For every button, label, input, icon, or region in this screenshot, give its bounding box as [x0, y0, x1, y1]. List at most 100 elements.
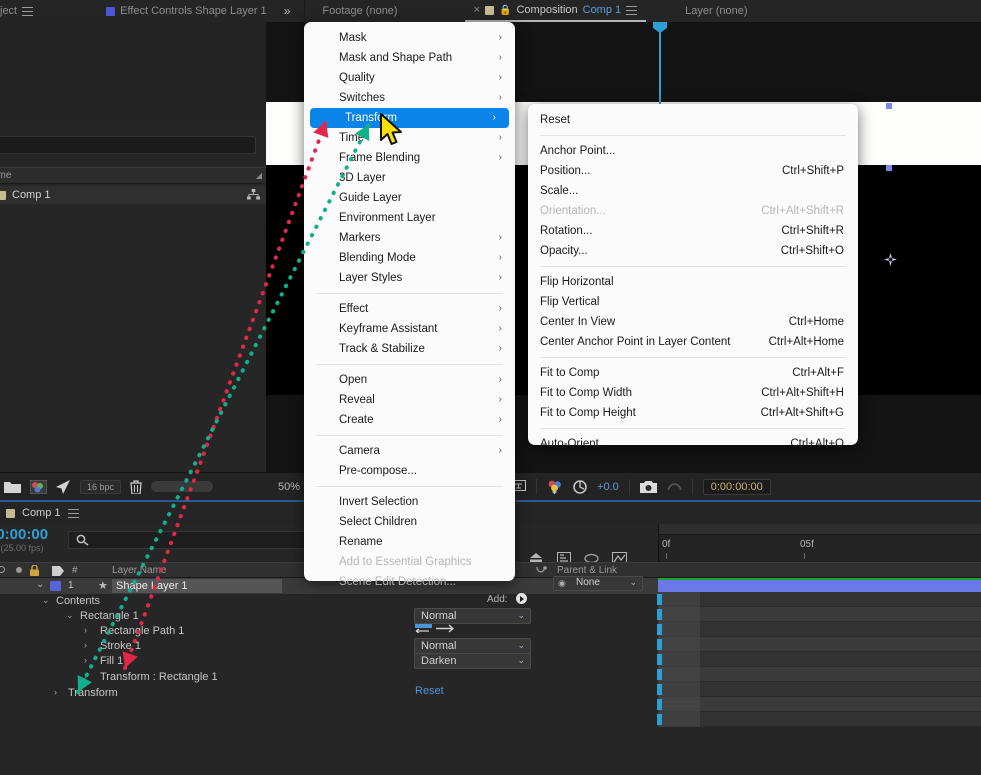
transform-reset-link[interactable]: Reset: [415, 685, 444, 697]
tab-footage[interactable]: Footage (none): [313, 0, 406, 22]
timeline-current-time[interactable]: 00:00:00: [0, 526, 48, 543]
bit-depth-label[interactable]: 16 bpc: [80, 479, 122, 494]
menu-item-environment-layer[interactable]: Environment Layer: [304, 208, 515, 228]
property-row[interactable]: › Rectangle Path 1: [0, 625, 658, 640]
menu-item-markers[interactable]: Markers ›: [304, 228, 515, 248]
parent-link-dropdown[interactable]: ◉ None ⌄: [553, 576, 643, 591]
submenu-item-center-anchor-point-in-layer-content[interactable]: Center Anchor Point in Layer Content Ctrl…: [528, 332, 858, 352]
exposure-value-label[interactable]: +0.0: [597, 481, 619, 493]
take-snapshot-icon[interactable]: [639, 480, 657, 493]
track-row[interactable]: [658, 697, 981, 712]
submenu-item-fit-to-comp[interactable]: Fit to Comp Ctrl+Alt+F: [528, 363, 858, 383]
sort-arrow-icon[interactable]: ◢: [256, 171, 262, 180]
project-item-comp1[interactable]: Comp 1: [0, 186, 266, 204]
tab-composition[interactable]: × 🔒 Composition Comp 1: [464, 0, 647, 22]
blend-mode-dropdown[interactable]: Normal ⌄: [414, 608, 531, 624]
keyframe-nav-marker[interactable]: [657, 684, 662, 695]
twirl-arrow-icon[interactable]: ›: [84, 671, 87, 681]
stroke-order-icon[interactable]: [436, 624, 454, 633]
submenu-item-auto-orient[interactable]: Auto-Orient... Ctrl+Alt+O: [528, 434, 858, 454]
index-column-icon[interactable]: #: [72, 565, 78, 576]
menu-item-track-stabilize[interactable]: Track & Stabilize ›: [304, 339, 515, 359]
property-row[interactable]: › Stroke 1: [0, 640, 658, 655]
timeline-tab-label[interactable]: Comp 1: [22, 507, 61, 519]
keyframe-nav-marker[interactable]: [657, 609, 662, 620]
channels-icon[interactable]: [547, 480, 563, 494]
submenu-item-flip-horizontal[interactable]: Flip Horizontal: [528, 272, 858, 292]
menu-item-select-children[interactable]: Select Children: [304, 512, 515, 532]
pickwhip-icon[interactable]: ◉: [558, 578, 566, 589]
comp-panel-menu-icon[interactable]: [626, 5, 638, 15]
timeline-search-input[interactable]: [68, 531, 313, 549]
menu-item-mask[interactable]: Mask ›: [304, 28, 515, 48]
layer-context-menu[interactable]: Mask › Mask and Shape Path › Quality › Switche…: [304, 22, 515, 588]
keyframe-nav-marker[interactable]: [657, 654, 662, 665]
submenu-item-rotation[interactable]: Rotation... Ctrl+Shift+R: [528, 221, 858, 241]
label-column-icon[interactable]: [52, 566, 64, 576]
chevron-down-icon[interactable]: ⌄: [517, 610, 525, 621]
menu-item-rename[interactable]: Rename: [304, 532, 515, 552]
tab-project[interactable]: ject: [0, 0, 42, 22]
menu-item-keyframe-assistant[interactable]: Keyframe Assistant ›: [304, 319, 515, 339]
viewer-timecode[interactable]: 0:00:00:00: [702, 478, 771, 495]
property-row[interactable]: ⌄ Contents: [0, 595, 658, 610]
twirl-arrow-icon[interactable]: ⌄: [66, 610, 74, 621]
timeline-panel-menu-icon[interactable]: [67, 508, 79, 518]
panel-menu-icon[interactable]: [22, 6, 34, 16]
submenu-item-fit-to-comp-height[interactable]: Fit to Comp Height Ctrl+Alt+Shift+G: [528, 403, 858, 423]
lock-column-icon[interactable]: [30, 565, 39, 576]
zoom-level-label[interactable]: 50%: [278, 481, 300, 493]
track-row[interactable]: [658, 667, 981, 682]
lock-icon[interactable]: 🔒: [499, 5, 511, 16]
property-row[interactable]: › Fill 1: [0, 655, 658, 670]
delete-icon[interactable]: [130, 479, 142, 494]
chevron-down-icon[interactable]: ⌄: [517, 655, 525, 666]
exposure-reset-icon[interactable]: [573, 479, 587, 494]
twirl-arrow-icon[interactable]: ›: [54, 687, 57, 697]
track-row[interactable]: [658, 712, 981, 727]
keyframe-nav-marker[interactable]: [657, 639, 662, 650]
keyframe-nav-marker[interactable]: [657, 699, 662, 710]
menu-item-invert-selection[interactable]: Invert Selection: [304, 492, 515, 512]
tab-overflow-button[interactable]: »: [276, 0, 297, 22]
submenu-item-scale[interactable]: Scale...: [528, 181, 858, 201]
selection-handle-bottom[interactable]: [886, 165, 892, 171]
keyframe-nav-marker[interactable]: [657, 594, 662, 605]
project-search-input[interactable]: [0, 136, 256, 154]
menu-item-3d-layer[interactable]: 3D Layer: [304, 168, 515, 188]
twirl-arrow-icon[interactable]: ›: [84, 655, 87, 665]
chevron-down-icon[interactable]: ⌄: [517, 640, 525, 651]
menu-item-layer-styles[interactable]: Layer Styles ›: [304, 268, 515, 288]
menu-item-blending-mode[interactable]: Blending Mode ›: [304, 248, 515, 268]
submenu-item-flip-vertical[interactable]: Flip Vertical: [528, 292, 858, 312]
blend-mode-dropdown[interactable]: Darken ⌄: [414, 653, 531, 669]
audio-switch-icon[interactable]: [16, 567, 22, 573]
twirl-arrow-icon[interactable]: ›: [84, 640, 87, 650]
track-row[interactable]: [658, 652, 981, 667]
blend-mode-dropdown[interactable]: Normal ⌄: [414, 638, 531, 654]
track-row[interactable]: [658, 592, 981, 607]
new-folder-icon[interactable]: [4, 480, 21, 493]
layer-name-column-label[interactable]: Layer Name: [112, 565, 166, 576]
menu-item-frame-blending[interactable]: Frame Blending ›: [304, 148, 515, 168]
parent-link-column-label[interactable]: Parent & Link: [557, 565, 617, 576]
selection-handle-top[interactable]: [886, 103, 892, 109]
video-switch-icon[interactable]: [0, 566, 5, 573]
timeline-work-area-band[interactable]: [659, 524, 981, 535]
show-snapshot-icon[interactable]: [667, 480, 682, 493]
menu-item-pre-compose[interactable]: Pre-compose...: [304, 461, 515, 481]
close-icon[interactable]: ×: [474, 4, 480, 16]
new-composition-icon[interactable]: [30, 479, 47, 494]
menu-item-open[interactable]: Open ›: [304, 370, 515, 390]
track-row[interactable]: [658, 637, 981, 652]
add-property-button[interactable]: [516, 593, 527, 604]
twirl-arrow-icon[interactable]: ⌄: [42, 595, 50, 606]
comp-flowchart-icon[interactable]: [247, 189, 260, 201]
menu-item-time[interactable]: Time ›: [304, 128, 515, 148]
tab-effect-controls[interactable]: Effect Controls Shape Layer 1: [97, 0, 276, 22]
chevron-down-icon[interactable]: ⌄: [629, 577, 637, 588]
menu-item-reveal[interactable]: Reveal ›: [304, 390, 515, 410]
toolbar-pill[interactable]: [151, 481, 214, 492]
keyframe-nav-marker[interactable]: [657, 624, 662, 635]
submenu-item-anchor-point[interactable]: Anchor Point...: [528, 141, 858, 161]
